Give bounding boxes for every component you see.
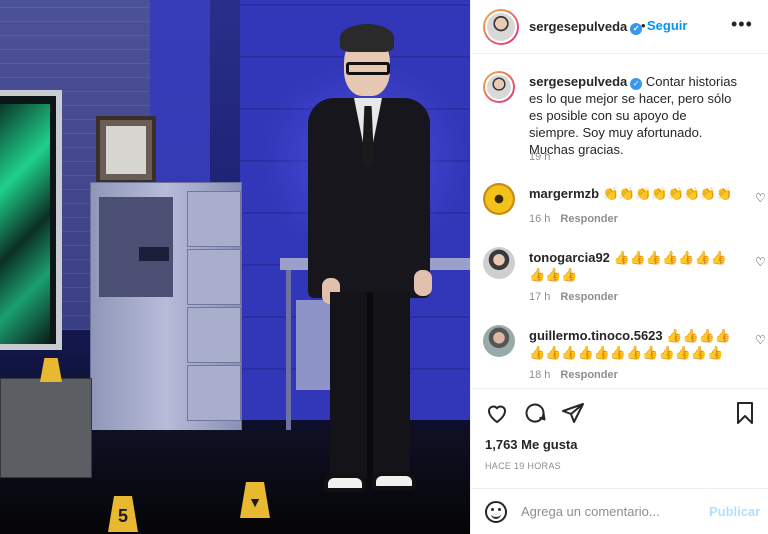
evidence-marker-small [40, 358, 62, 382]
shoe [324, 474, 366, 492]
add-comment-bar: Agrega un comentario... Publicar [471, 488, 768, 534]
picture-frame [96, 116, 156, 184]
like-comment-icon[interactable]: ♡ [755, 255, 766, 269]
comment-username[interactable]: margermzb [529, 186, 599, 201]
like-comment-icon[interactable]: ♡ [755, 191, 766, 205]
reply-button[interactable]: Responder [560, 291, 617, 303]
drawer [187, 249, 241, 305]
glasses [346, 62, 390, 75]
presenter [300, 24, 440, 514]
gun-silhouette [139, 247, 169, 261]
reply-button[interactable]: Responder [560, 213, 617, 225]
drawer [187, 365, 241, 421]
post-header: sergesepulveda ✓ • Seguir ••• [471, 0, 768, 54]
emoji-icon[interactable] [485, 501, 507, 523]
commenter-avatar[interactable] [483, 247, 515, 279]
comments-list[interactable]: sergesepulveda ✓ Contar historias es lo q… [471, 55, 768, 388]
drawer [187, 191, 241, 247]
desk-leg [286, 270, 291, 450]
shoe [372, 472, 416, 490]
verified-icon: ✓ [630, 78, 643, 90]
caption-username[interactable]: sergesepulveda [529, 74, 627, 89]
post-timestamp: HACE 19 HORAS [485, 461, 561, 471]
evidence-case [0, 378, 92, 478]
comment-time: 17 h [529, 291, 551, 303]
share-icon[interactable] [561, 401, 585, 425]
commenter-avatar[interactable] [483, 183, 515, 215]
comment-time: 16 h [529, 213, 551, 225]
comment-meta: 17 h Responder [529, 291, 618, 303]
picture [106, 126, 146, 174]
caption-time: 19 h [529, 151, 551, 163]
comment-meta: 18 h Responder [529, 369, 618, 381]
comment-text: 👏👏👏👏👏👏👏👏 [602, 186, 733, 201]
username[interactable]: sergesepulveda [529, 19, 627, 34]
comment-input[interactable]: Agrega un comentario... [521, 504, 660, 519]
avatar-image [485, 11, 517, 43]
avatar[interactable] [483, 9, 519, 45]
like-comment-icon[interactable]: ♡ [755, 333, 766, 347]
reply-button[interactable]: Responder [560, 369, 617, 381]
comment-username[interactable]: tonogarcia92 [529, 250, 610, 265]
comment-time: 18 h [529, 369, 551, 381]
comment: margermzb 👏👏👏👏👏👏👏👏 16 h Responder ♡ [483, 183, 766, 231]
more-options-icon[interactable]: ••• [731, 14, 753, 35]
avatar[interactable] [483, 71, 515, 103]
caption: sergesepulveda ✓ Contar historias es lo q… [483, 71, 759, 171]
comment-body: margermzb 👏👏👏👏👏👏👏👏 [529, 185, 739, 202]
heart-icon[interactable] [485, 401, 509, 425]
caption-body: sergesepulveda ✓ Contar historias es lo q… [529, 73, 739, 158]
comment-body: tonogarcia92 👍👍👍👍👍👍👍👍👍👍 [529, 249, 739, 283]
follow-button[interactable]: Seguir [647, 18, 687, 33]
comment-icon[interactable] [523, 401, 547, 425]
monitor [0, 90, 62, 350]
comment: tonogarcia92 👍👍👍👍👍👍👍👍👍👍 17 h Responder ♡ [483, 247, 766, 311]
commenter-avatar[interactable] [483, 325, 515, 357]
avatar-image [485, 73, 513, 101]
hair [340, 24, 394, 52]
separator-dot: • [641, 18, 646, 33]
instagram-post: 5 ▼ sergesepulveda ✓ • Seguir ••• serges… [0, 0, 768, 534]
post-sidebar: sergesepulveda ✓ • Seguir ••• sergesepulv… [470, 0, 768, 534]
post-photo[interactable]: 5 ▼ [0, 0, 470, 534]
post-actions: 1,763 Me gusta HACE 19 HORAS [471, 388, 768, 471]
legs [330, 292, 410, 478]
hand [414, 270, 432, 296]
username-link[interactable]: sergesepulveda ✓ [529, 19, 643, 35]
evidence-board [99, 197, 173, 297]
action-icons [485, 401, 585, 425]
monitor-screen [0, 104, 50, 344]
bookmark-icon[interactable] [733, 401, 757, 425]
drawer [187, 307, 241, 363]
comment-body: guillermo.tinoco.5623 👍👍👍👍👍👍👍👍👍👍👍👍👍👍👍👍 [529, 327, 739, 361]
comment: guillermo.tinoco.5623 👍👍👍👍👍👍👍👍👍👍👍👍👍👍👍👍 1… [483, 325, 766, 388]
file-cabinet [90, 182, 242, 432]
likes-count[interactable]: 1,763 Me gusta [485, 437, 578, 452]
comment-username[interactable]: guillermo.tinoco.5623 [529, 328, 663, 343]
comment-meta: 16 h Responder [529, 213, 618, 225]
publish-button[interactable]: Publicar [709, 504, 760, 519]
